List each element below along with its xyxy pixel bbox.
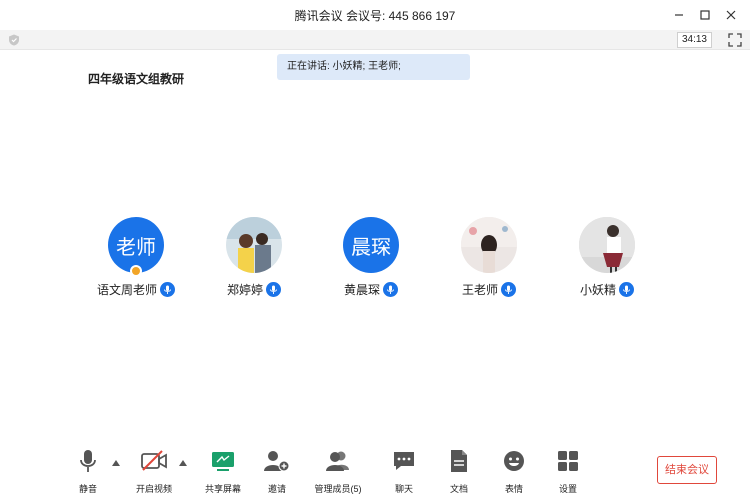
meeting-title: 四年级语文组教研 xyxy=(88,72,185,86)
video-off-icon xyxy=(141,450,167,471)
meeting-timer: 34:13 xyxy=(676,32,712,48)
microphone-icon xyxy=(266,282,281,297)
window-title: 腾讯会议 会议号: 445 866 197 xyxy=(294,8,456,23)
emoji-icon xyxy=(504,451,524,471)
avatar xyxy=(461,217,517,273)
participant-name-row: 语文周老师 xyxy=(76,281,196,298)
microphone-icon xyxy=(501,282,516,297)
window-controls xyxy=(666,0,744,30)
settings-label: 设置 xyxy=(558,484,577,494)
video-label: 开启视频 xyxy=(135,484,172,494)
microphone-icon xyxy=(383,282,398,297)
maximize-icon xyxy=(700,10,710,20)
document-icon xyxy=(451,450,467,472)
maximize-button[interactable] xyxy=(692,2,718,28)
avatar-photo xyxy=(579,217,635,273)
video-options-caret-icon[interactable] xyxy=(179,460,187,466)
microphone-icon xyxy=(619,282,634,297)
fullscreen-icon[interactable] xyxy=(728,33,742,47)
chat-button[interactable]: 聊天 xyxy=(374,446,434,495)
end-meeting-button[interactable]: 结束会议 xyxy=(657,456,717,484)
share-screen-icon xyxy=(212,452,234,471)
chat-label: 聊天 xyxy=(394,484,413,494)
avatar xyxy=(226,217,282,273)
participant-name: 黄晨琛 xyxy=(343,283,380,297)
participant-name: 语文周老师 xyxy=(96,283,157,297)
host-badge xyxy=(130,265,142,277)
avatar-photo xyxy=(226,217,282,273)
participant-name: 小妖精 xyxy=(579,283,616,297)
start-video-button[interactable]: 开启视频 xyxy=(124,446,184,495)
minimize-button[interactable] xyxy=(666,2,692,28)
participant-name: 郑婷婷 xyxy=(226,283,263,297)
settings-button[interactable]: 设置 xyxy=(538,446,598,495)
close-button[interactable] xyxy=(718,2,744,28)
mute-options-caret-icon[interactable] xyxy=(112,460,120,466)
members-label: 管理成员(5) xyxy=(314,484,362,494)
participant-name-row: 郑婷婷 xyxy=(194,281,314,298)
title-bar: 腾讯会议 会议号: 445 866 197 xyxy=(0,0,750,30)
microphone-icon xyxy=(80,450,96,472)
members-icon xyxy=(326,451,349,471)
share-label: 共享屏幕 xyxy=(204,484,241,494)
participant-grid: 老师 语文周老师 郑婷婷 晨琛 黄晨琛 王老师 小妖精 xyxy=(0,217,750,307)
documents-button[interactable]: 文档 xyxy=(429,446,489,495)
share-screen-button[interactable]: 共享屏幕 xyxy=(193,446,253,495)
shield-icon[interactable] xyxy=(8,34,20,46)
participant-name: 王老师 xyxy=(461,283,498,297)
meeting-info-bar: 34:13 xyxy=(0,30,750,50)
minimize-icon xyxy=(675,14,683,16)
docs-label: 文档 xyxy=(449,484,468,494)
avatar: 晨琛 xyxy=(343,217,399,273)
invite-user-icon xyxy=(264,451,290,472)
microphone-icon xyxy=(160,282,175,297)
mute-button[interactable]: 静音 xyxy=(58,446,118,495)
emoji-label: 表情 xyxy=(504,484,523,494)
participant-name-row: 王老师 xyxy=(429,281,549,298)
chat-icon xyxy=(394,452,414,470)
participant-name-row: 黄晨琛 xyxy=(311,281,431,298)
invite-label: 邀请 xyxy=(267,484,286,494)
avatar-photo xyxy=(461,217,517,273)
emoji-button[interactable]: 表情 xyxy=(484,446,544,495)
meeting-toolbar: 静音 开启视频 共享屏幕 邀请 管理成员(5) 聊天 文档 表情 设置 xyxy=(0,446,750,500)
avatar xyxy=(579,217,635,273)
participant-name-row: 小妖精 xyxy=(547,281,667,298)
speaking-indicator: 正在讲话: 小妖精; 王老师; xyxy=(277,54,470,80)
manage-members-button[interactable]: 管理成员(5) xyxy=(308,446,368,495)
invite-button[interactable]: 邀请 xyxy=(247,446,307,495)
close-icon xyxy=(726,10,736,20)
mute-label: 静音 xyxy=(78,484,97,494)
settings-grid-icon xyxy=(558,451,578,471)
